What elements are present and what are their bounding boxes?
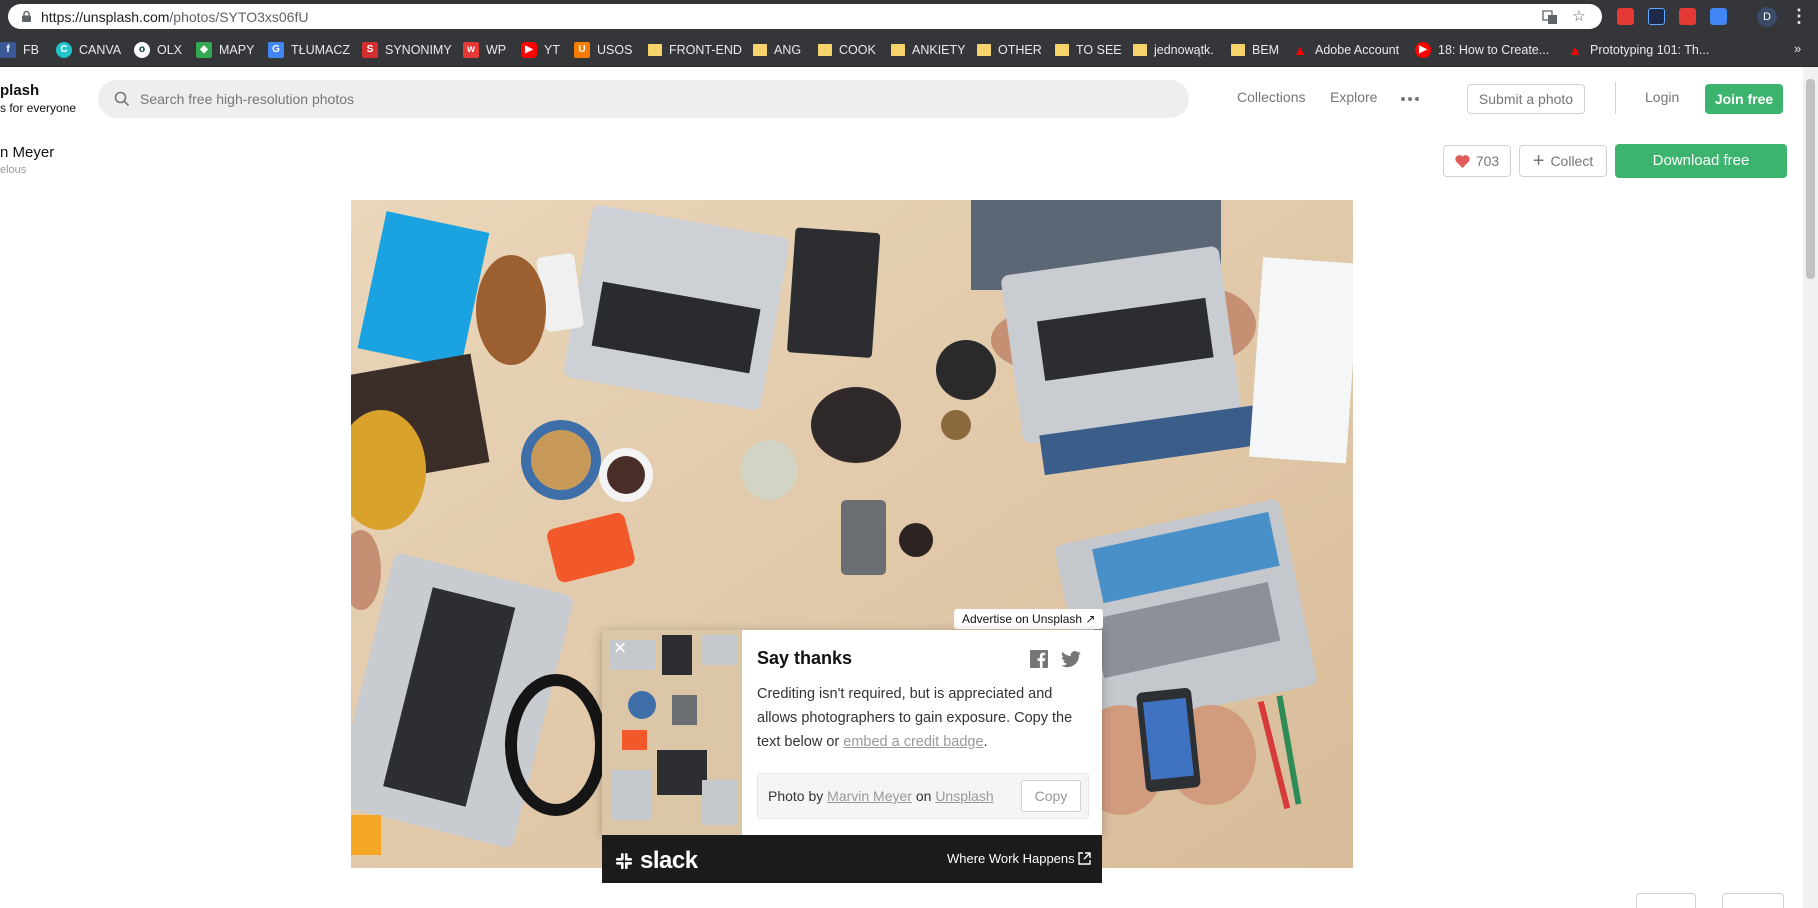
slack-ad-banner[interactable]: slack Where Work Happens [602,835,1102,883]
bookmark-to-see[interactable]: TO SEE [1055,41,1122,59]
close-icon[interactable]: × [610,637,630,659]
scrollbar-thumb[interactable] [1806,79,1815,279]
thanks-description: Crediting isn't required, but is appreci… [757,686,1073,750]
lock-icon [22,11,31,22]
olx-icon: o [134,42,150,58]
credit-box: Photo by Marvin Meyer on Unsplash Copy [757,773,1089,819]
credit-author-link[interactable]: Marvin Meyer [827,788,912,804]
bookmark-tlumacz[interactable]: G TŁUMACZ [268,41,350,59]
address-bar[interactable]: https://unsplash.com/photos/SYTO3xs06fU … [8,4,1602,29]
thanks-title: Say thanks [757,648,853,668]
brand-title[interactable]: plash [0,82,39,99]
embed-credit-badge-link[interactable]: embed a credit badge [843,734,983,750]
bookmark-star-icon[interactable]: ☆ [1571,9,1587,25]
chrome-menu-icon[interactable]: ⋮ [1790,6,1808,28]
translate-icon[interactable] [1542,9,1558,25]
nav-explore[interactable]: Explore [1330,89,1377,105]
bookmark-ankiety[interactable]: ANKIETY [891,41,966,59]
folder-icon [1055,44,1069,56]
folder-icon [818,44,832,56]
folder-icon [753,44,767,56]
react-devtools-icon[interactable] [1648,8,1665,25]
bookmark-other[interactable]: OTHER [977,41,1042,59]
search-bar[interactable] [98,80,1189,118]
page-scrollbar[interactable] [1803,67,1818,908]
bookmark-ang[interactable]: ANG [753,41,801,59]
nav-collections[interactable]: Collections [1237,89,1305,105]
credit-text: Photo by Marvin Meyer on Unsplash [768,788,994,804]
advertise-link[interactable]: Advertise on Unsplash ↗ [954,609,1104,629]
bookmark-cook[interactable]: COOK [818,41,876,59]
facebook-share-icon[interactable] [1030,650,1048,668]
facebook-icon: f [0,42,16,58]
bookmark-olx[interactable]: o OLX [134,41,182,59]
search-input[interactable] [140,89,1170,109]
bookmark-usos[interactable]: U USOS [574,41,632,59]
header-divider [1615,82,1616,114]
login-link[interactable]: Login [1645,89,1679,105]
bookmark-canva[interactable]: C CANVA [56,41,121,59]
adobe-icon: ▲ [1293,42,1307,58]
bookmarks-bar: f FB C CANVA o OLX ◆ MAPY G TŁUMACZ S SYNONIMY… [0,33,1818,67]
bookmark-yt[interactable]: ▶ YT [521,41,560,59]
collect-label: Collect [1550,153,1594,169]
usos-icon: U [574,42,590,58]
photographer-handle[interactable]: elous [0,164,26,176]
say-thanks-modal: × Say thanks Crediting isn't required, b… [602,630,1102,835]
thumbnail-photo [602,630,742,835]
plus-icon: + [1532,150,1545,172]
youtube-icon: ▶ [1415,42,1431,58]
credit-unsplash-link[interactable]: Unsplash [935,788,993,804]
external-link-icon [1078,852,1091,865]
synonimy-icon: S [362,42,378,58]
twitter-share-icon[interactable] [1061,651,1081,668]
collect-button[interactable]: + Collect [1519,145,1607,177]
like-count: 703 [1475,153,1500,169]
folder-icon [648,44,662,56]
info-button[interactable] [1722,893,1784,908]
bookmark-adobe-account[interactable]: ▲ Adobe Account [1292,41,1399,59]
join-free-button[interactable]: Join free [1705,84,1783,114]
slack-tagline: Where Work Happens [947,851,1075,866]
heart-icon [1455,154,1470,168]
extension-badge-icon[interactable] [1617,8,1634,25]
browser-toolbar: https://unsplash.com/photos/SYTO3xs06fU … [0,0,1818,33]
search-icon [114,91,130,107]
bookmark-mapy[interactable]: ◆ MAPY [196,41,254,59]
slack-logo: slack [614,847,698,875]
bookmark-wp[interactable]: w WP [463,41,506,59]
like-button[interactable]: 703 [1443,145,1511,177]
more-options-icon[interactable] [1401,97,1419,101]
brand-subtitle: s for everyone [0,101,77,115]
youtube-icon: ▶ [521,42,537,58]
bookmark-front-end[interactable]: FRONT-END [648,41,742,59]
folder-icon [1133,44,1147,56]
maps-icon: ◆ [196,42,212,58]
adobe-icon: ▲ [1568,42,1582,58]
bookmark-fb[interactable]: f FB [0,41,39,59]
bookmark-how-to-create[interactable]: ▶ 18: How to Create... [1415,41,1549,59]
thanks-thumbnail: × [602,630,742,835]
bookmark-synonimy[interactable]: S SYNONIMY [362,41,452,59]
wp-icon: w [463,42,479,58]
url-text: https://unsplash.com/photos/SYTO3xs06fU [41,9,309,25]
folder-icon [1231,44,1245,56]
photographer-name[interactable]: n Meyer [0,144,54,161]
bookmark-prototyping[interactable]: ▲ Prototyping 101: Th... [1567,41,1709,59]
share-button[interactable] [1636,893,1696,908]
slack-logo-icon [616,853,632,869]
bookmark-jednowatk[interactable]: jednowątk. [1133,41,1214,59]
copy-button[interactable]: Copy [1021,780,1081,812]
translate-icon: G [268,42,284,58]
profile-avatar[interactable]: D [1757,7,1777,27]
youtube-extension-icon[interactable] [1679,8,1696,25]
submit-photo-button[interactable]: Submit a photo [1467,84,1585,114]
folder-icon [977,44,991,56]
google-translate-extension-icon[interactable] [1710,8,1727,25]
folder-icon [891,44,905,56]
more-bookmarks-button[interactable]: » [1794,41,1801,56]
bookmark-bem[interactable]: BEM [1231,41,1279,59]
canva-icon: C [56,42,72,58]
download-free-button[interactable]: Download free [1615,144,1787,178]
